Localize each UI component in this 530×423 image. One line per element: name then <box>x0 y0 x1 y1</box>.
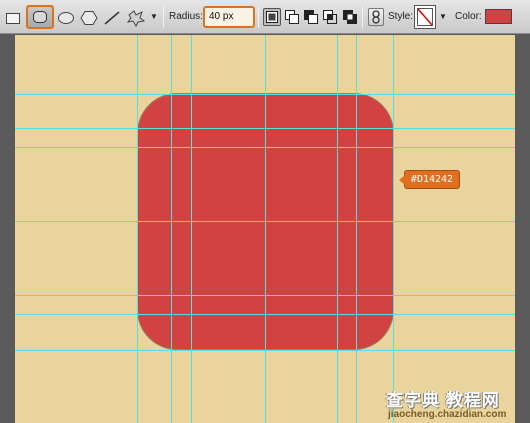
style-dropdown-caret-icon[interactable]: ▼ <box>439 12 447 21</box>
custom-shape-icon <box>126 10 146 27</box>
add-to-shape-area-button[interactable] <box>283 8 301 26</box>
style-label: Style: <box>388 11 414 22</box>
horizontal-guide[interactable] <box>15 314 515 315</box>
radius-input[interactable]: 40 px <box>203 6 255 28</box>
polygon-icon <box>80 11 98 25</box>
horizontal-guide[interactable] <box>15 350 515 351</box>
rounded-rectangle-icon <box>33 11 47 23</box>
subtract-from-shape-area-icon <box>304 10 318 24</box>
toolbar-divider <box>362 6 363 28</box>
subtract-from-shape-area-button[interactable] <box>302 8 320 26</box>
toolbar-divider <box>258 6 259 28</box>
polygon-tool-button[interactable] <box>78 8 100 28</box>
exclude-overlapping-shape-areas-icon <box>343 10 357 24</box>
rectangle-tool-button[interactable] <box>2 8 24 28</box>
color-hex-annotation: #D14242 <box>399 170 460 189</box>
line-icon <box>104 11 120 25</box>
shape-picker-caret-icon[interactable]: ▼ <box>150 12 158 21</box>
custom-shape-tool-button[interactable] <box>125 8 147 28</box>
horizontal-guide[interactable] <box>15 147 515 148</box>
options-bar: ▼ Radius: 40 px Style: ▼ Color: <box>0 0 530 34</box>
rounded-rectangle-tool-button[interactable] <box>26 5 54 29</box>
create-new-shape-layer-button[interactable] <box>263 8 281 26</box>
watermark-main-text: 查字典 教程网 <box>386 391 500 410</box>
create-new-shape-layer-icon <box>266 11 278 23</box>
horizontal-guide[interactable] <box>15 94 515 95</box>
ellipse-icon <box>58 12 74 24</box>
line-tool-button[interactable] <box>101 8 123 28</box>
watermark-url-text: jiaocheng.chazidian.com <box>388 409 507 420</box>
style-picker[interactable] <box>414 5 436 29</box>
watermark-logo: 查字典 教程网 jiaocheng.chazidian.com <box>378 384 530 423</box>
rectangle-icon <box>6 13 20 24</box>
color-swatch[interactable] <box>485 9 512 24</box>
canvas-area: #D14242 <box>0 35 530 423</box>
link-button[interactable] <box>368 8 384 26</box>
exclude-overlapping-shape-areas-button[interactable] <box>341 8 359 26</box>
document-canvas[interactable]: #D14242 <box>15 35 515 423</box>
intersect-shape-areas-icon <box>323 10 337 24</box>
add-to-shape-area-icon <box>285 10 299 24</box>
radius-label: Radius: <box>169 11 203 22</box>
horizontal-guide[interactable] <box>15 295 515 296</box>
color-label: Color: <box>455 11 482 22</box>
horizontal-guide[interactable] <box>15 221 515 222</box>
link-icon <box>372 10 380 24</box>
horizontal-guide[interactable] <box>15 128 515 129</box>
no-style-icon <box>417 8 433 26</box>
ellipse-tool-button[interactable] <box>55 8 77 28</box>
toolbar-divider <box>163 6 164 28</box>
intersect-shape-areas-button[interactable] <box>321 8 339 26</box>
